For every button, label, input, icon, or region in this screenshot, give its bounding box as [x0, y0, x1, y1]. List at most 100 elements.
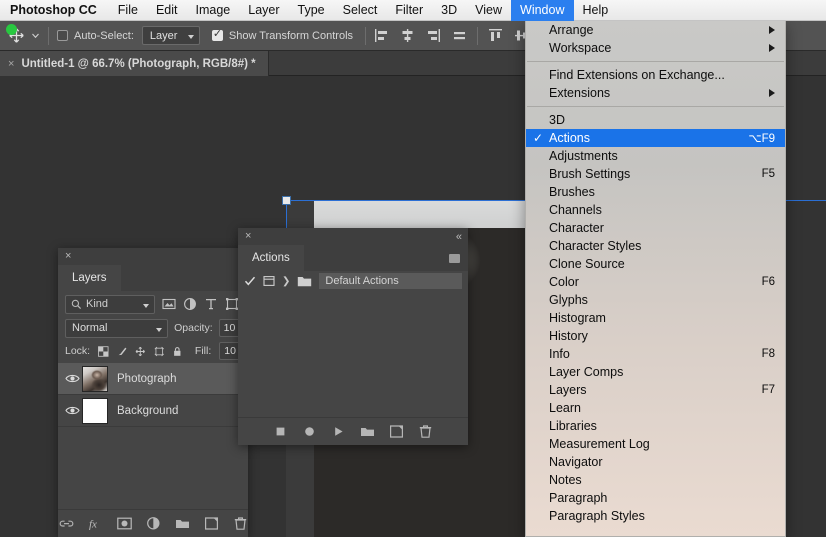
- window-menu-item-find-extensions-on-exchange[interactable]: Find Extensions on Exchange...: [526, 66, 785, 84]
- new-adjustment-layer-icon[interactable]: [146, 516, 161, 531]
- menu-item-label: Histogram: [549, 311, 606, 325]
- window-dropdown-menu[interactable]: ArrangeWorkspace Find Extensions on Excha…: [525, 21, 786, 537]
- menu-view[interactable]: View: [466, 0, 511, 21]
- window-menu-item-measurement-log[interactable]: Measurement Log: [526, 435, 785, 453]
- window-menu-item-arrange[interactable]: Arrange: [526, 21, 785, 39]
- filter-adjustment-layers-icon[interactable]: [183, 297, 197, 311]
- window-menu-item-glyphs[interactable]: Glyphs: [526, 291, 785, 309]
- layers-panel-close-icon[interactable]: ×: [65, 251, 71, 262]
- actions-panel-collapse-icon[interactable]: «: [456, 231, 461, 243]
- document-tab[interactable]: × Untitled-1 @ 66.7% (Photograph, RGB/8#…: [0, 51, 269, 76]
- menu-file[interactable]: File: [109, 0, 147, 21]
- window-menu-item-workspace[interactable]: Workspace: [526, 39, 785, 57]
- document-tab-close-icon[interactable]: ×: [8, 58, 14, 70]
- actions-panel-title-bar[interactable]: × «: [238, 228, 468, 245]
- filter-pixel-layers-icon[interactable]: [162, 297, 176, 311]
- window-menu-item-histogram[interactable]: Histogram: [526, 309, 785, 327]
- action-set-check-icon[interactable]: [244, 275, 256, 287]
- stop-recording-icon[interactable]: [273, 424, 288, 439]
- menu-item-label: Learn: [549, 401, 581, 415]
- window-menu-item-adjustments[interactable]: Adjustments: [526, 147, 785, 165]
- menu-window[interactable]: Window: [511, 0, 573, 21]
- window-menu-item-color[interactable]: ColorF6: [526, 273, 785, 291]
- align-right-edges-icon[interactable]: [426, 28, 441, 43]
- create-new-set-folder-icon[interactable]: [360, 424, 375, 439]
- menu-filter[interactable]: Filter: [386, 0, 432, 21]
- actions-panel-menu-icon[interactable]: [449, 254, 460, 263]
- actions-panel: × « Actions ❯ Default Actions: [238, 228, 468, 445]
- lock-artboard-nesting-icon[interactable]: [154, 345, 165, 358]
- layer-filter-kind-dropdown[interactable]: Kind: [65, 295, 155, 314]
- actions-panel-close-icon[interactable]: ×: [245, 231, 251, 242]
- lock-all-icon[interactable]: [172, 345, 183, 358]
- window-menu-item-brush-settings[interactable]: Brush SettingsF5: [526, 165, 785, 183]
- menu-image[interactable]: Image: [187, 0, 240, 21]
- auto-select-scope-value: Layer: [150, 30, 178, 42]
- layer-style-fx-icon[interactable]: fx: [88, 516, 103, 531]
- layer-row-photograph[interactable]: Photograph: [58, 363, 248, 395]
- window-menu-item-paragraph[interactable]: Paragraph: [526, 489, 785, 507]
- lock-image-pixels-brush-icon[interactable]: [117, 345, 128, 358]
- window-zoom-traffic-light[interactable]: [6, 24, 17, 35]
- filter-type-layers-icon[interactable]: [204, 297, 218, 311]
- tool-preset-chevron-down-icon[interactable]: [31, 31, 40, 40]
- window-menu-item-learn[interactable]: Learn: [526, 399, 785, 417]
- auto-select-checkbox[interactable]: [57, 30, 68, 41]
- show-transform-controls-checkbox[interactable]: [212, 30, 223, 41]
- menu-type[interactable]: Type: [289, 0, 334, 21]
- align-horizontal-centers-icon[interactable]: [400, 28, 415, 43]
- window-menu-item-character-styles[interactable]: Character Styles: [526, 237, 785, 255]
- auto-select-scope-dropdown[interactable]: Layer: [142, 26, 200, 45]
- lock-transparent-pixels-icon[interactable]: [98, 345, 109, 358]
- window-menu-item-character[interactable]: Character: [526, 219, 785, 237]
- window-menu-item-channels[interactable]: Channels: [526, 201, 785, 219]
- window-menu-item-extensions[interactable]: Extensions: [526, 84, 785, 102]
- action-set-dialog-toggle-icon[interactable]: [263, 275, 275, 287]
- window-menu-item-navigator[interactable]: Navigator: [526, 453, 785, 471]
- align-top-edges-icon[interactable]: [488, 28, 503, 43]
- menu-3d[interactable]: 3D: [432, 0, 466, 21]
- window-menu-item-clone-source[interactable]: Clone Source: [526, 255, 785, 273]
- lock-position-move-icon[interactable]: [135, 345, 146, 358]
- link-layers-icon[interactable]: [59, 516, 74, 531]
- begin-recording-icon[interactable]: [302, 424, 317, 439]
- align-left-edges-icon[interactable]: [374, 28, 389, 43]
- tab-actions[interactable]: Actions: [238, 245, 304, 271]
- action-set-expand-chevron-icon[interactable]: ❯: [282, 276, 290, 287]
- window-menu-item-layers[interactable]: LayersF7: [526, 381, 785, 399]
- action-set-row-default-actions[interactable]: ❯ Default Actions: [238, 271, 468, 291]
- layers-panel-title-bar[interactable]: ×: [58, 248, 248, 265]
- filter-shape-layers-icon[interactable]: [225, 297, 239, 311]
- menu-help[interactable]: Help: [574, 0, 618, 21]
- tab-layers[interactable]: Layers: [58, 265, 121, 291]
- create-new-action-icon[interactable]: [389, 424, 404, 439]
- delete-layer-trash-icon[interactable]: [233, 516, 248, 531]
- window-menu-item-libraries[interactable]: Libraries: [526, 417, 785, 435]
- window-menu-item-paragraph-styles[interactable]: Paragraph Styles: [526, 507, 785, 525]
- layer-visibility-toggle[interactable]: [62, 373, 82, 384]
- blend-mode-dropdown[interactable]: Normal: [65, 319, 168, 338]
- fill-label: Fill:: [195, 345, 211, 357]
- menu-select[interactable]: Select: [334, 0, 387, 21]
- window-menu-item-info[interactable]: InfoF8: [526, 345, 785, 363]
- window-menu-item-actions[interactable]: ✓Actions⌥F9: [526, 129, 785, 147]
- layer-thumbnail-photograph: [82, 366, 108, 392]
- menu-app-title[interactable]: Photoshop CC: [0, 0, 109, 21]
- play-selection-icon[interactable]: [331, 424, 346, 439]
- window-menu-item-layer-comps[interactable]: Layer Comps: [526, 363, 785, 381]
- add-layer-mask-icon[interactable]: [117, 516, 132, 531]
- menu-layer[interactable]: Layer: [239, 0, 288, 21]
- menu-edit[interactable]: Edit: [147, 0, 187, 21]
- window-menu-item-3d[interactable]: 3D: [526, 111, 785, 129]
- layer-visibility-toggle-background[interactable]: [62, 405, 82, 416]
- align-distribute-horizontal-icon[interactable]: [452, 28, 467, 43]
- window-menu-item-brushes[interactable]: Brushes: [526, 183, 785, 201]
- new-group-folder-icon[interactable]: [175, 516, 190, 531]
- layer-row-background[interactable]: Background: [58, 395, 248, 427]
- new-layer-icon[interactable]: [204, 516, 219, 531]
- window-menu-item-history[interactable]: History: [526, 327, 785, 345]
- transform-handle-top-left[interactable]: [282, 196, 291, 205]
- fill-value: 10: [224, 345, 236, 357]
- delete-action-trash-icon[interactable]: [418, 424, 433, 439]
- window-menu-item-notes[interactable]: Notes: [526, 471, 785, 489]
